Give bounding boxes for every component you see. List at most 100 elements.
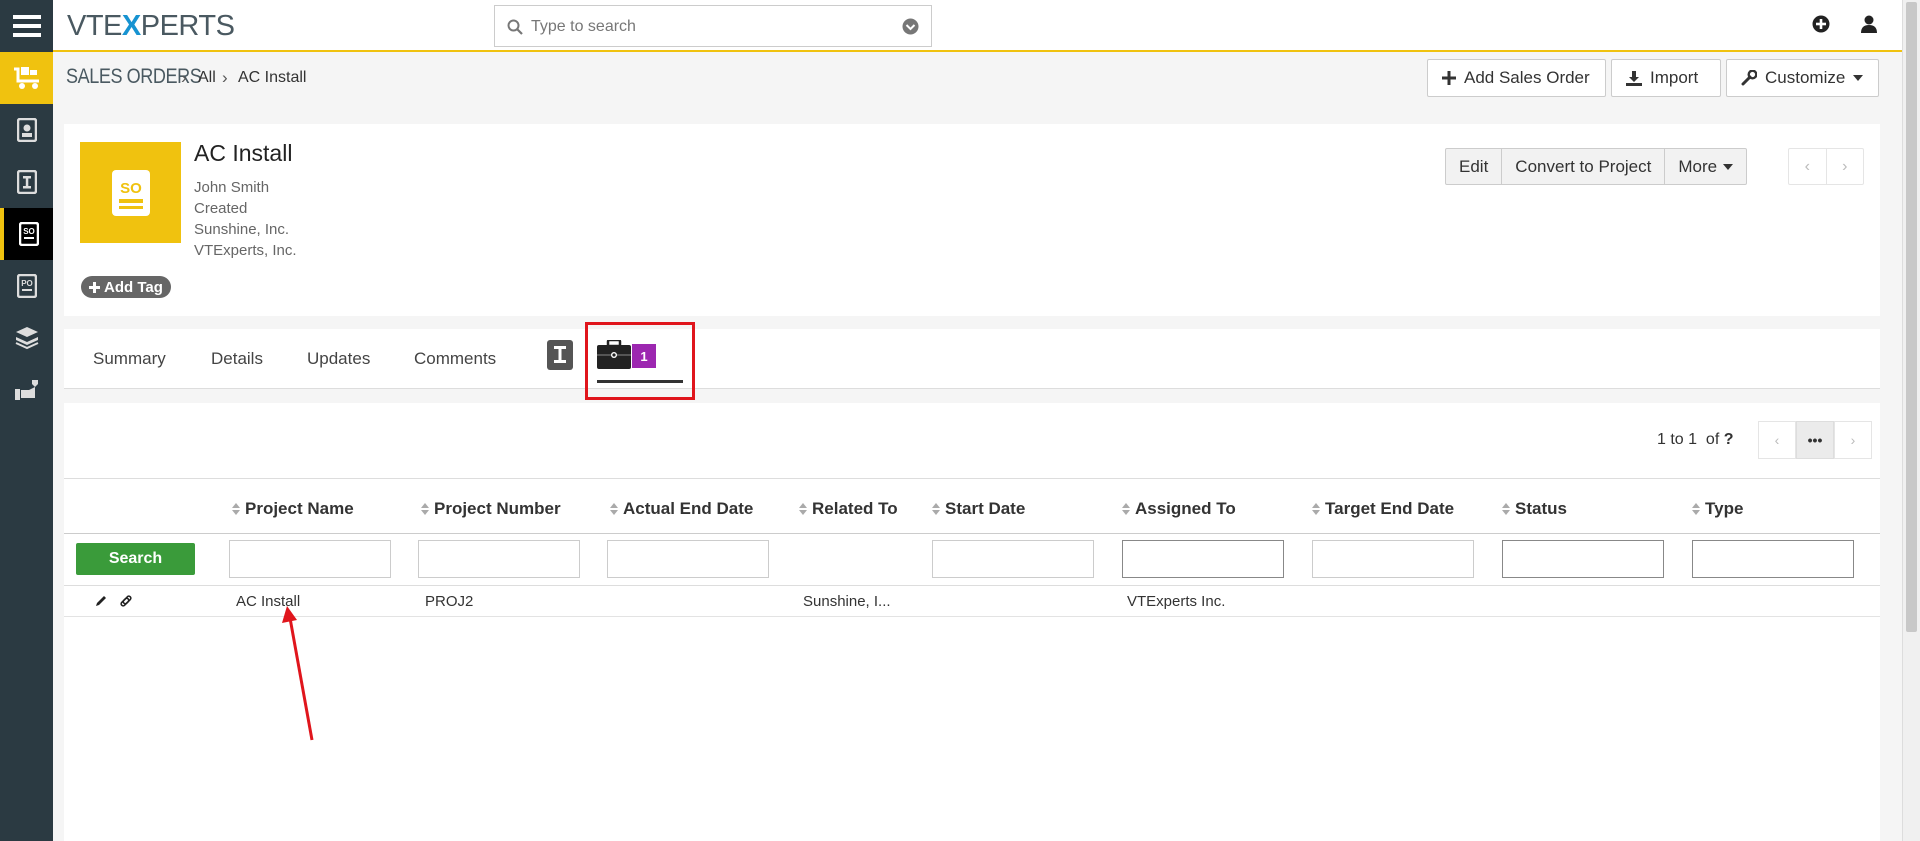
plus-icon: [89, 281, 100, 293]
vtexperts-logo[interactable]: VTEXPERTS: [67, 12, 235, 41]
unlink-icon[interactable]: [119, 594, 133, 608]
import-label: Import: [1650, 68, 1699, 87]
cell-assigned-to: VTExperts Inc.: [1127, 593, 1226, 610]
pagination-total[interactable]: ?: [1724, 431, 1734, 448]
chevron-down-circle-icon[interactable]: [902, 18, 919, 35]
breadcrumb-filter[interactable]: All: [198, 69, 216, 87]
filter-start-date-input[interactable]: [932, 540, 1094, 578]
chevron-right-icon: ›: [181, 68, 187, 87]
services-icon[interactable]: [0, 364, 53, 416]
page-scrollbar[interactable]: [1902, 0, 1920, 841]
quotes-document-icon: [547, 340, 573, 370]
products-icon[interactable]: [0, 312, 53, 364]
purchase-orders-icon[interactable]: PO: [0, 260, 53, 312]
filter-row: Search: [64, 534, 1880, 586]
column-related-to[interactable]: Related To: [799, 499, 898, 519]
pencil-icon[interactable]: [94, 594, 108, 608]
column-type[interactable]: Type: [1692, 499, 1743, 519]
add-sales-order-button[interactable]: Add Sales Order: [1427, 59, 1606, 97]
column-target-end-date[interactable]: Target End Date: [1312, 499, 1454, 519]
wrench-icon: [1741, 70, 1757, 86]
filter-target-end-date-input[interactable]: [1312, 540, 1474, 578]
convert-to-project-button[interactable]: Convert to Project: [1502, 149, 1666, 184]
previous-record-chevron-left-icon[interactable]: ‹: [1789, 149, 1827, 184]
sort-icon: [932, 503, 940, 515]
previous-page-chevron-left-icon[interactable]: ‹: [1758, 421, 1796, 459]
sort-icon: [1122, 503, 1130, 515]
more-button[interactable]: More: [1665, 149, 1746, 184]
contacts-icon[interactable]: [0, 104, 53, 156]
filter-status-input[interactable]: [1502, 540, 1664, 578]
column-project-number[interactable]: Project Number: [421, 499, 561, 519]
pagination-range: 1 to 1: [1657, 431, 1698, 448]
import-button[interactable]: Import: [1611, 59, 1721, 97]
column-label: Assigned To: [1135, 499, 1236, 518]
quotes-icon[interactable]: [0, 156, 53, 208]
breadcrumb-record: AC Install: [238, 69, 307, 86]
record-image: SO: [80, 142, 181, 243]
column-start-date[interactable]: Start Date: [932, 499, 1025, 519]
pagination-of: of: [1705, 431, 1720, 448]
search-button[interactable]: Search: [76, 543, 195, 575]
tab-projects[interactable]: 1: [585, 329, 694, 387]
svg-text:SO: SO: [23, 227, 35, 236]
sales-orders-icon[interactable]: SO: [0, 208, 53, 260]
edit-button[interactable]: Edit: [1446, 149, 1503, 184]
column-label: Actual End Date: [623, 499, 754, 518]
cell-project-number: PROJ2: [425, 593, 474, 610]
column-assigned-to[interactable]: Assigned To: [1122, 499, 1236, 519]
cell-project-name[interactable]: AC Install: [236, 593, 300, 610]
filter-type-input[interactable]: [1692, 540, 1854, 578]
next-page-chevron-right-icon[interactable]: ›: [1834, 421, 1872, 459]
add-sales-order-label: Add Sales Order: [1464, 68, 1590, 87]
filter-actual-end-date-input[interactable]: [607, 540, 769, 578]
record-title: AC Install: [194, 140, 293, 166]
column-label: Status: [1515, 499, 1567, 518]
customize-label: Customize: [1765, 68, 1846, 87]
sales-cart-icon[interactable]: [0, 52, 53, 104]
record-owner: John Smith: [194, 179, 270, 196]
column-label: Start Date: [945, 499, 1026, 518]
tab-quotes[interactable]: [547, 340, 573, 375]
breadcrumb: SALES ORDERS › All › AC Install Add Sale…: [53, 52, 1900, 107]
tab-comments[interactable]: Comments: [414, 349, 496, 369]
left-rail: SO PO: [0, 0, 53, 841]
cell-related-to[interactable]: Sunshine, I...: [803, 593, 891, 610]
page-jump-button[interactable]: •••: [1796, 421, 1834, 459]
tab-details[interactable]: Details: [211, 349, 263, 369]
column-label: Project Number: [434, 499, 561, 518]
top-bar: VTEXPERTS: [53, 0, 1920, 52]
related-projects-list: 1 to 1 of ? ‹ ••• › Project Name Project…: [64, 403, 1880, 841]
add-circle-icon[interactable]: [1812, 15, 1830, 33]
svg-text:SO: SO: [120, 180, 142, 197]
column-label: Project Name: [245, 499, 354, 518]
record-organization: Sunshine, Inc.: [194, 221, 290, 238]
svg-text:PO: PO: [21, 279, 33, 288]
tab-summary[interactable]: Summary: [93, 349, 166, 369]
hamburger-menu-icon[interactable]: [0, 0, 53, 52]
customize-button[interactable]: Customize: [1726, 59, 1879, 97]
sort-icon: [421, 503, 429, 515]
user-icon[interactable]: [1861, 15, 1877, 33]
filter-project-number-input[interactable]: [418, 540, 580, 578]
table-header: Project Name Project Number Actual End D…: [64, 478, 1880, 534]
chevron-right-icon: ›: [222, 68, 228, 87]
filter-assigned-to-input[interactable]: [1122, 540, 1284, 578]
filter-project-name-input[interactable]: [229, 540, 391, 578]
add-tag-button[interactable]: Add Tag: [81, 276, 171, 298]
tab-updates[interactable]: Updates: [307, 349, 370, 369]
scrollbar-thumb[interactable]: [1906, 2, 1917, 632]
more-label: More: [1678, 156, 1718, 176]
table-row[interactable]: AC Install PROJ2 Sunshine, I... VTExpert…: [64, 586, 1880, 617]
column-project-name[interactable]: Project Name: [232, 499, 354, 519]
sales-order-document-icon: SO: [111, 169, 150, 216]
column-label: Target End Date: [1325, 499, 1455, 518]
global-search-input[interactable]: [531, 15, 901, 39]
column-actual-end-date[interactable]: Actual End Date: [610, 499, 753, 519]
record-company: VTExperts, Inc.: [194, 242, 297, 259]
next-record-chevron-right-icon[interactable]: ›: [1827, 149, 1864, 184]
column-status[interactable]: Status: [1502, 499, 1567, 519]
pagination-info: 1 to 1 of ?: [1657, 431, 1734, 449]
briefcase-icon: [597, 340, 631, 369]
column-label: Type: [1705, 499, 1744, 518]
